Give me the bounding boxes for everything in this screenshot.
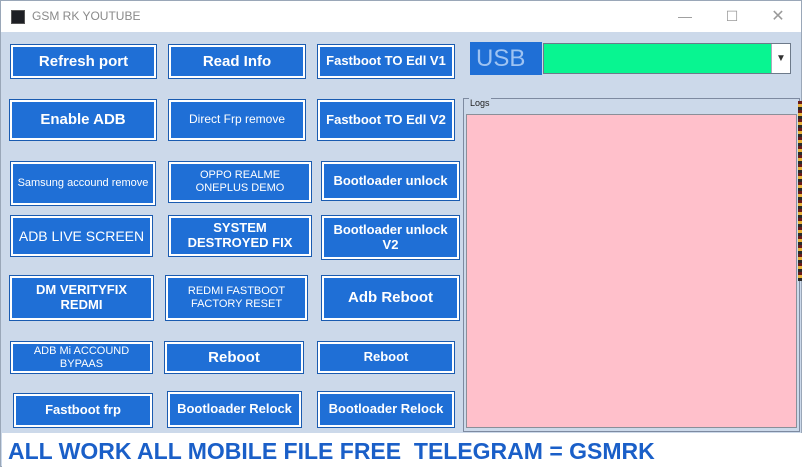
bootloader-relock-button-1[interactable]: Bootloader Relock <box>167 391 302 428</box>
bootloader-unlock-button[interactable]: Bootloader unlock <box>321 161 460 201</box>
system-destroyed-fix-button[interactable]: SYSTEM DESTROYED FIX <box>168 215 312 257</box>
adb-reboot-button[interactable]: Adb Reboot <box>321 275 460 321</box>
logs-textarea[interactable] <box>466 114 797 428</box>
close-button[interactable]: ✕ <box>755 1 801 32</box>
marquee-banner: ALL WORK ALL MOBILE FILE FREE TELEGRAM =… <box>2 433 802 467</box>
maximize-button[interactable]: ☐ <box>709 1 755 32</box>
title-bar[interactable]: GSM RK YOUTUBE — ☐ ✕ <box>1 1 801 32</box>
chevron-down-icon[interactable]: ▼ <box>771 44 790 73</box>
reboot-button-2[interactable]: Reboot <box>317 341 455 374</box>
fastboot-to-edl-v1-button[interactable]: Fastboot TO Edl V1 <box>317 44 455 79</box>
app-window: GSM RK YOUTUBE — ☐ ✕ Refresh port Enable… <box>0 0 802 467</box>
enable-adb-button[interactable]: Enable ADB <box>9 99 157 141</box>
fastboot-to-edl-v2-button[interactable]: Fastboot TO Edl V2 <box>317 99 455 141</box>
redmi-fastboot-factory-reset-button[interactable]: REDMI FASTBOOT FACTORY RESET <box>165 275 308 321</box>
adb-mi-account-bypass-button[interactable]: ADB Mi ACCOUND BYPAAS <box>10 341 153 374</box>
read-info-button[interactable]: Read Info <box>168 44 306 79</box>
marquee-text: ALL WORK ALL MOBILE FILE FREE TELEGRAM =… <box>8 438 655 464</box>
dm-verityfix-redmi-button[interactable]: DM VERITYFIX REDMI <box>9 275 154 321</box>
bootloader-unlock-v2-button[interactable]: Bootloader unlock V2 <box>321 215 460 260</box>
usb-port-select[interactable]: ▼ <box>543 43 791 74</box>
refresh-port-button[interactable]: Refresh port <box>10 44 157 79</box>
minimize-button[interactable]: — <box>662 1 708 32</box>
adb-live-screen-button[interactable]: ADB LIVE SCREEN <box>10 215 153 257</box>
logs-label: Logs <box>469 98 491 108</box>
bootloader-relock-button-2[interactable]: Bootloader Relock <box>317 391 455 428</box>
oppo-realme-oneplus-demo-button[interactable]: OPPO REALME ONEPLUS DEMO <box>168 161 312 203</box>
usb-label: USB <box>470 42 542 75</box>
background-window-strip <box>798 101 802 281</box>
direct-frp-remove-button[interactable]: Direct Frp remove <box>168 99 306 141</box>
reboot-button-1[interactable]: Reboot <box>164 341 304 374</box>
window-title: GSM RK YOUTUBE <box>32 9 141 23</box>
samsung-account-remove-button[interactable]: Samsung accound remove <box>10 161 156 206</box>
fastboot-frp-button[interactable]: Fastboot frp <box>13 393 153 428</box>
app-icon <box>11 10 25 24</box>
